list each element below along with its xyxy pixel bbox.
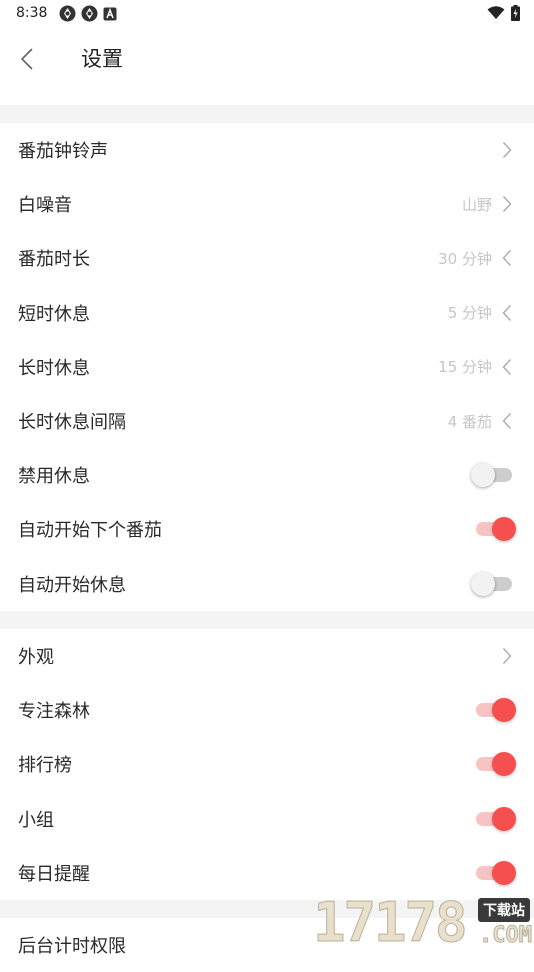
chevron-right-icon <box>500 647 514 665</box>
row-label: 番茄钟铃声 <box>18 141 108 163</box>
row-value: 山野 <box>461 195 492 214</box>
row-label: 自动开始休息 <box>18 574 126 596</box>
chevron-right-icon <box>500 141 514 159</box>
disable-break-toggle[interactable] <box>471 462 514 488</box>
chevron-left-icon <box>20 48 33 70</box>
watermark-digits: 17178 <box>313 891 469 954</box>
row-label: 长时休息间隔 <box>18 412 126 434</box>
timer-settings-section: 番茄钟铃声 白噪音 山野 番茄时长 30 分钟 短时休息 5 分钟 长时休息 1… <box>0 123 534 611</box>
group-toggle[interactable] <box>476 806 516 832</box>
section-divider <box>0 611 534 629</box>
row-label: 白噪音 <box>18 195 72 217</box>
row-leaderboard: 排行榜 <box>0 737 534 791</box>
row-pomodoro-duration[interactable]: 番茄时长 30 分钟 <box>0 231 534 285</box>
focus-forest-toggle[interactable] <box>476 697 516 723</box>
chevron-left-icon <box>500 358 514 376</box>
daily-reminder-toggle[interactable] <box>476 860 516 886</box>
status-time: 8:38 <box>16 5 48 21</box>
row-label: 长时休息 <box>18 357 90 379</box>
row-value: 15 分钟 <box>438 358 492 377</box>
row-long-break[interactable]: 长时休息 15 分钟 <box>0 340 534 394</box>
row-timer-ringtone[interactable]: 番茄钟铃声 <box>0 123 534 177</box>
row-label: 专注森林 <box>18 701 90 723</box>
aperture-notification-icon-2 <box>81 5 98 22</box>
row-value: 4 番茄 <box>447 412 492 431</box>
font-a-icon <box>103 7 117 20</box>
row-label: 禁用休息 <box>18 466 90 488</box>
row-long-break-interval[interactable]: 长时休息间隔 4 番茄 <box>0 394 534 448</box>
row-disable-break: 禁用休息 <box>0 448 534 502</box>
row-group: 小组 <box>0 792 534 846</box>
row-label: 后台计时权限 <box>18 936 126 957</box>
auto-start-next-pomodoro-toggle[interactable] <box>476 516 516 542</box>
row-label: 短时休息 <box>18 303 90 325</box>
section-divider <box>0 105 534 123</box>
row-auto-start-break: 自动开始休息 <box>0 557 534 611</box>
back-button[interactable] <box>12 44 42 74</box>
watermark-badge: 下载站 <box>478 898 530 922</box>
row-value: 5 分钟 <box>447 304 492 323</box>
row-label: 外观 <box>18 647 54 669</box>
chevron-left-icon <box>500 412 514 430</box>
battery-charging-icon <box>511 5 520 21</box>
wifi-icon <box>487 6 505 19</box>
status-bar: 8:38 <box>0 0 534 28</box>
row-label: 自动开始下个番茄 <box>18 520 162 542</box>
site-watermark: 17178 下载站 .COM <box>309 891 534 954</box>
row-white-noise[interactable]: 白噪音 山野 <box>0 177 534 231</box>
chevron-right-icon <box>500 195 514 213</box>
page-title: 设置 <box>81 47 123 71</box>
row-short-break[interactable]: 短时休息 5 分钟 <box>0 286 534 340</box>
row-label: 番茄时长 <box>18 249 90 271</box>
row-appearance[interactable]: 外观 <box>0 629 534 683</box>
row-value: 30 分钟 <box>438 249 492 268</box>
row-label: 小组 <box>18 809 54 831</box>
aperture-notification-icon <box>59 5 76 22</box>
row-auto-start-next-pomodoro: 自动开始下个番茄 <box>0 502 534 556</box>
app-bar: 设置 <box>0 28 534 90</box>
chevron-left-icon <box>500 304 514 322</box>
row-label: 排行榜 <box>18 755 72 777</box>
watermark-suffix: .COM <box>479 923 533 949</box>
leaderboard-toggle[interactable] <box>476 751 516 777</box>
auto-start-break-toggle[interactable] <box>471 571 514 597</box>
display-settings-section: 外观 专注森林 排行榜 小组 每日提醒 <box>0 629 534 900</box>
chevron-left-icon <box>500 249 514 267</box>
row-label: 每日提醒 <box>18 863 90 885</box>
row-focus-forest: 专注森林 <box>0 683 534 737</box>
